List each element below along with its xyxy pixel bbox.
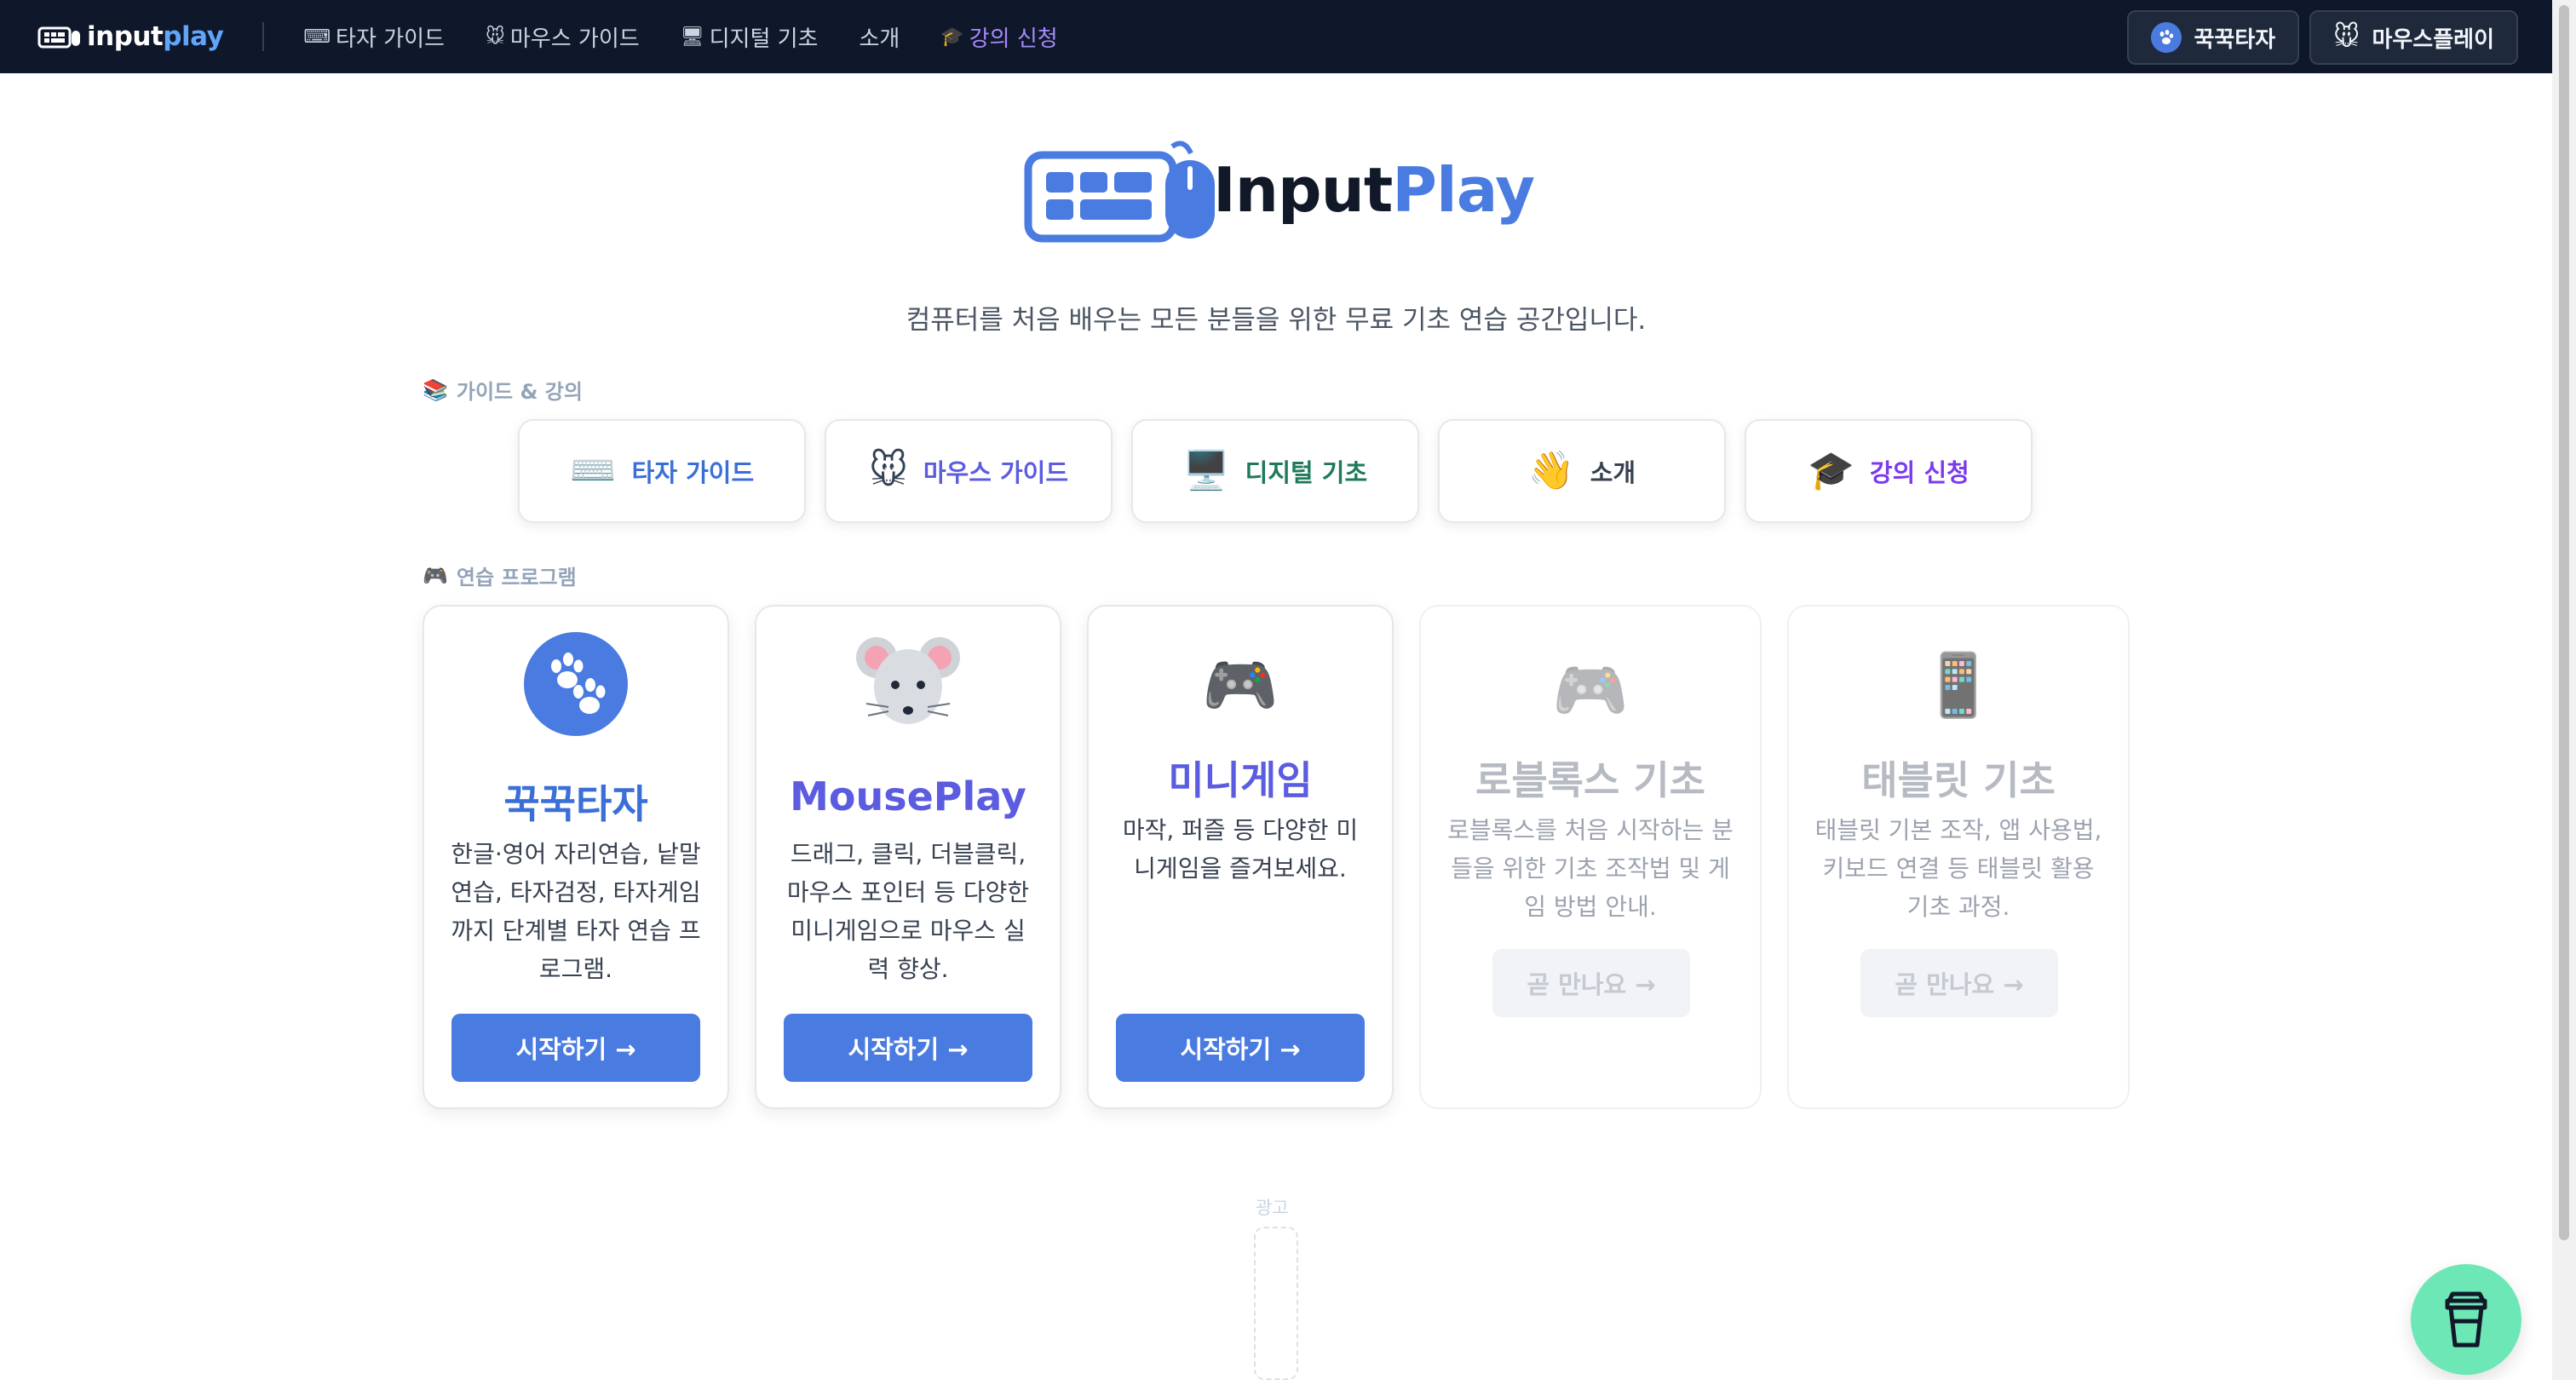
guide-card-mouse[interactable]: 🐭 마우스 가이드: [825, 419, 1113, 523]
nav-button-label: 마우스플레이: [2372, 26, 2494, 53]
mouse-face-icon: 🐭: [868, 449, 908, 492]
paw-icon: [2151, 22, 2182, 53]
page-scrollbar[interactable]: [2552, 0, 2576, 1380]
nav-link-course-signup[interactable]: 🎓 강의 신청: [940, 21, 1057, 53]
nav-link-about[interactable]: 소개: [859, 21, 900, 53]
mobile-phone-icon: 📱: [1920, 649, 1997, 721]
nav-link-label: 타자 가이드: [336, 26, 445, 52]
waving-hand-icon: 👋: [1527, 449, 1575, 492]
scrollbar-thumb[interactable]: [2559, 5, 2569, 1240]
program-description: 드래그, 클릭, 더블클릭, 마우스 포인터 등 다양한 미니게임으로 마우스 …: [786, 840, 1030, 983]
brand-logo-link[interactable]: inputplay: [37, 0, 224, 73]
keyboard-icon: ⌨: [303, 26, 331, 48]
graduation-cap-icon: 🎓: [1808, 449, 1854, 492]
nav-link-digital-basics[interactable]: 🖥 디지털 기초: [681, 21, 819, 53]
kkukkuk-typing-button[interactable]: 꾹꾹타자: [2127, 10, 2300, 65]
program-description: 태블릿 기본 조작, 앱 사용법, 키보드 연결 등 태블릿 활용 기초 과정.: [1814, 816, 2102, 921]
mouse-face-icon: 🐭: [2333, 22, 2360, 52]
game-controller-icon: 🎮: [1202, 649, 1279, 721]
guides-list: ⌨️ 타자 가이드 🐭 마우스 가이드 🖥️ 디지털 기초 👋 소개 🎓 강의 …: [518, 419, 2033, 523]
keyboard-icon: ⌨️: [569, 449, 617, 492]
graduation-cap-icon: 🎓: [940, 26, 964, 48]
coffee-cup-icon: [2445, 1291, 2487, 1348]
coming-soon-button: 곧 만나요 →: [1492, 949, 1690, 1017]
program-title: 미니게임: [1168, 757, 1313, 803]
paw-icon: [424, 632, 727, 736]
program-description: 로블록스를 처음 시작하는 분들을 위한 기초 조작법 및 게임 방법 안내.: [1447, 816, 1734, 921]
game-controller-icon: 🎮: [1552, 654, 1629, 726]
guide-card-label: 마우스 가이드: [923, 458, 1069, 487]
program-card-tablet: 📱 태블릿 기초 태블릿 기본 조작, 앱 사용법, 키보드 연결 등 태블릿 …: [1787, 605, 2130, 1109]
program-title: 태블릿 기초: [1861, 757, 2056, 803]
ad-label: 광고: [1256, 1198, 1289, 1218]
start-button[interactable]: 시작하기 →: [1116, 1014, 1365, 1082]
guide-card-typing[interactable]: ⌨️ 타자 가이드: [518, 419, 806, 523]
guide-card-about[interactable]: 👋 소개: [1438, 419, 1726, 523]
nav-button-label: 꾹꾹타자: [2194, 26, 2276, 53]
game-controller-icon: 🎮: [423, 563, 448, 588]
guide-card-label: 디지털 기초: [1245, 458, 1368, 487]
guide-card-label: 소개: [1590, 458, 1636, 487]
mouseplay-button[interactable]: 🐭 마우스플레이: [2309, 10, 2518, 65]
books-icon: 📚: [423, 377, 448, 402]
coming-soon-button: 곧 만나요 →: [1860, 949, 2058, 1017]
guide-card-digital[interactable]: 🖥️ 디지털 기초: [1131, 419, 1419, 523]
mouse-face-icon: 🐭: [485, 26, 505, 48]
nav-link-label: 강의 신청: [969, 26, 1058, 52]
ad-slot: [1254, 1227, 1298, 1380]
start-button[interactable]: 시작하기 →: [451, 1014, 700, 1082]
program-card-kkukkuk: 꾹꾹타자 한글·영어 자리연습, 낱말연습, 타자검정, 타자게임까지 단계별 …: [423, 605, 729, 1109]
guide-card-label: 타자 가이드: [631, 458, 755, 487]
inputplay-hero-logo: InputPlay: [1022, 135, 1550, 245]
buy-me-a-coffee-button[interactable]: [2411, 1264, 2521, 1375]
nav-link-mouse-guide[interactable]: 🐭 마우스 가이드: [486, 21, 640, 53]
nav-link-label: 마우스 가이드: [509, 26, 640, 52]
nav-link-label: 디지털 기초: [709, 26, 819, 52]
section-title: 연습 프로그램: [456, 566, 577, 589]
hero-wordmark-part2: Play: [1392, 154, 1535, 226]
program-title: 로블록스 기초: [1475, 757, 1705, 803]
hero-tagline: 컴퓨터를 처음 배우는 모든 분들을 위한 무료 기초 연습 공간입니다.: [906, 305, 1647, 336]
mouse-face-icon: [756, 629, 1060, 736]
section-title: 가이드 & 강의: [456, 380, 583, 404]
top-nav: inputplay ⌨ 타자 가이드 🐭 마우스 가이드 🖥 디지털 기초 소개…: [0, 0, 2552, 73]
program-title: 꾹꾹타자: [503, 781, 648, 827]
brand-name-part1: input: [87, 21, 164, 52]
program-card-mouseplay: MousePlay 드래그, 클릭, 더블클릭, 마우스 포인터 등 다양한 미…: [755, 605, 1061, 1109]
nav-app-buttons: 꾹꾹타자 🐭 마우스플레이: [2127, 10, 2518, 65]
nav-divider: [262, 22, 265, 51]
hero-wordmark-part1: Input: [1213, 154, 1393, 226]
programs-section-label: 🎮 연습 프로그램: [423, 561, 577, 590]
guides-section-label: 📚 가이드 & 강의: [423, 375, 583, 405]
program-card-minigame: 🎮 미니게임 마작, 퍼즐 등 다양한 미니게임을 즐겨보세요. 시작하기 →: [1087, 605, 1394, 1109]
program-title: MousePlay: [790, 773, 1026, 819]
program-description: 마작, 퍼즐 등 다양한 미니게임을 즐겨보세요.: [1122, 816, 1359, 883]
monitor-icon: 🖥: [680, 26, 704, 48]
nav-link-label: 소개: [859, 26, 900, 52]
program-card-roblox: 🎮 로블록스 기초 로블록스를 처음 시작하는 분들을 위한 기초 조작법 및 …: [1419, 605, 1762, 1109]
keyboard-mouse-logo-icon: [1024, 141, 1215, 243]
programs-list: 꾹꾹타자 한글·영어 자리연습, 낱말연습, 타자검정, 타자게임까지 단계별 …: [423, 605, 2130, 1109]
keyboard-mouse-logo-icon: [37, 26, 80, 49]
nav-links: ⌨ 타자 가이드 🐭 마우스 가이드 🖥 디지털 기초 소개 🎓 강의 신청: [303, 21, 1098, 53]
monitor-icon: 🖥️: [1182, 449, 1230, 492]
guide-card-label: 강의 신청: [1869, 458, 1969, 487]
brand-name-part2: play: [163, 21, 224, 52]
nav-link-typing-guide[interactable]: ⌨ 타자 가이드: [303, 21, 445, 53]
guide-card-course[interactable]: 🎓 강의 신청: [1745, 419, 2033, 523]
program-description: 한글·영어 자리연습, 낱말연습, 타자검정, 타자게임까지 단계별 타자 연습…: [451, 840, 701, 983]
start-button[interactable]: 시작하기 →: [784, 1014, 1032, 1082]
